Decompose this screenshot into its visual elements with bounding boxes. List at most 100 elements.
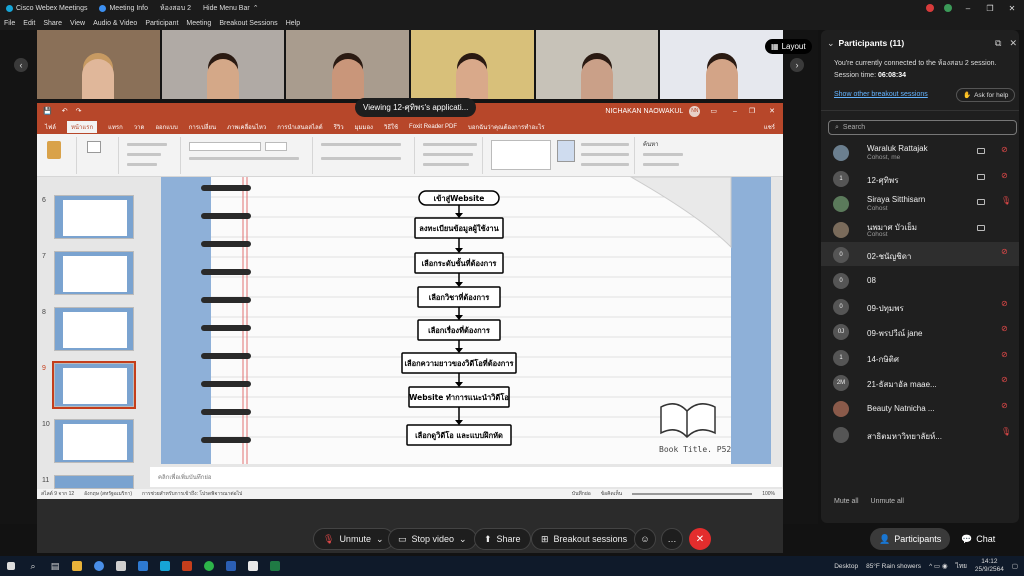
layout-button[interactable]: ▦ Layout xyxy=(765,39,812,54)
participant-row[interactable]: สาธิตมหาวิทยาลัยห์... 🎙 xyxy=(821,422,1019,446)
find-label[interactable]: ค้นหา xyxy=(643,139,658,149)
taskbar-app[interactable] xyxy=(154,556,176,576)
ribbon-group-slide-layout[interactable] xyxy=(121,137,181,174)
notification-icon[interactable]: ▢ xyxy=(1012,562,1018,570)
end-meeting-button[interactable]: ✕ xyxy=(689,528,711,550)
mic-muted-icon[interactable]: ⊘ xyxy=(1001,299,1008,308)
menu-file[interactable]: File xyxy=(0,20,19,27)
status-notes-button[interactable]: บันทึกย่อ xyxy=(572,490,591,498)
menu-breakout-sessions[interactable]: Breakout Sessions xyxy=(215,20,281,27)
taskbar-app[interactable] xyxy=(110,556,132,576)
mic-icon[interactable]: 🎙 xyxy=(1001,196,1011,205)
zoom-slider[interactable] xyxy=(632,493,753,495)
ppt-close-button[interactable]: ✕ xyxy=(761,107,783,115)
slide-canvas[interactable]: เข้าสู่Website ลงทะเบียนข้อมูลผู้ใช้งาน เล… xyxy=(161,176,771,464)
share-button[interactable]: ⬆ Share xyxy=(474,528,531,550)
tell-me-search[interactable]: บอกฉันว่าคุณต้องการทำอะไร xyxy=(468,122,545,132)
menu-participant[interactable]: Participant xyxy=(141,20,182,27)
ribbon-group-editing[interactable]: ค้นหา xyxy=(637,137,727,174)
next-videos-button[interactable]: › xyxy=(790,58,804,72)
taskbar-app[interactable] xyxy=(242,556,264,576)
mic-muted-icon[interactable]: ⊘ xyxy=(1001,247,1008,256)
taskbar-app[interactable] xyxy=(88,556,110,576)
show-other-breakout-link[interactable]: Show other breakout sessions xyxy=(834,91,928,98)
slide-thumbnail[interactable] xyxy=(54,475,134,489)
mic-muted-icon[interactable]: ⊘ xyxy=(1001,324,1008,333)
status-comments-button[interactable]: ข้อคิดเห็น xyxy=(601,490,622,498)
font-name-select[interactable] xyxy=(189,142,261,151)
status-accessibility[interactable]: การช่วยสำหรับการเข้าถึง: โปรดพิจารณาต่อไ… xyxy=(142,490,242,498)
mic-muted-icon[interactable]: ⊘ xyxy=(1001,375,1008,384)
menu-view[interactable]: View xyxy=(66,20,89,27)
taskbar-app[interactable] xyxy=(176,556,198,576)
unmute-all-button[interactable]: Unmute all xyxy=(871,498,904,505)
ppt-share-button[interactable]: แชร์ xyxy=(764,122,783,132)
participant-row[interactable]: 2M 21-ธัสมาอัล maae... ⊘ xyxy=(821,370,1019,394)
tab-draw[interactable]: วาด xyxy=(134,122,145,132)
unmute-button[interactable]: 🎙 Unmute ⌄ xyxy=(313,528,394,550)
chevron-down-icon[interactable]: ⌄ xyxy=(827,38,839,49)
hide-menu-bar-button[interactable]: Hide Menu Bar ⌃ xyxy=(197,0,265,16)
tab-home[interactable]: หน้าแรก xyxy=(66,120,98,133)
ribbon-group-paragraph[interactable] xyxy=(315,137,415,174)
video-tile[interactable] xyxy=(161,30,285,99)
slide-thumbnail[interactable] xyxy=(54,251,134,295)
menu-help[interactable]: Help xyxy=(282,20,304,27)
status-language[interactable]: อังกฤษ (สหรัฐอเมริกา) xyxy=(84,490,132,498)
restore-button[interactable]: ❐ xyxy=(984,4,996,13)
start-button[interactable] xyxy=(0,556,22,576)
ribbon-group-slides[interactable] xyxy=(79,137,119,174)
breakout-sessions-button[interactable]: ⊞ Breakout sessions xyxy=(531,528,638,550)
menu-edit[interactable]: Edit xyxy=(19,20,39,27)
input-language[interactable]: ไทย xyxy=(956,561,967,571)
tray-icons[interactable]: ^ ▭ ◉ xyxy=(929,562,947,570)
tab-slideshow[interactable]: การนำเสนอสไลด์ xyxy=(277,122,322,132)
tab-participants[interactable]: 👤 Participants xyxy=(870,528,951,550)
close-icon[interactable]: ✕ xyxy=(1009,38,1017,49)
tab-review[interactable]: รีวิว xyxy=(334,122,344,132)
participant-search-input[interactable]: ⌕ Search xyxy=(828,120,1017,135)
ask-for-help-button[interactable]: ✋ Ask for help xyxy=(956,88,1016,102)
participant-row[interactable]: 1 12-ศุทิพร ⊘ xyxy=(821,166,1019,190)
taskbar-app[interactable] xyxy=(220,556,242,576)
undo-icon[interactable]: ↶ xyxy=(58,107,72,115)
clock[interactable]: 14:12 25/9/2564 xyxy=(975,558,1004,574)
video-tile[interactable] xyxy=(535,30,659,99)
ribbon-group-text-direction[interactable] xyxy=(417,137,483,174)
participant-row[interactable]: 0 08 xyxy=(821,268,1019,292)
tab-transitions[interactable]: การเปลี่ยน xyxy=(189,122,216,132)
tab-view[interactable]: มุมมอง xyxy=(355,122,373,132)
participant-row[interactable]: Beauty Natnicha ... ⊘ xyxy=(821,396,1019,420)
menu-audio-video[interactable]: Audio & Video xyxy=(89,20,141,27)
participant-row[interactable]: 1 14-กษิติศ ⊘ xyxy=(821,345,1019,369)
participant-row[interactable]: 0 09-ปทุมพร ⊘ xyxy=(821,294,1019,318)
mic-icon[interactable]: 🎙 xyxy=(1001,427,1011,436)
redo-icon[interactable]: ↷ xyxy=(72,107,86,115)
participant-row[interactable]: นพมาศ บัวเย็ม Cohost xyxy=(821,217,1019,241)
stop-video-button[interactable]: ▭ Stop video ⌄ xyxy=(388,528,477,550)
tab-design[interactable]: ออกแบบ xyxy=(155,122,177,132)
avatar[interactable] xyxy=(944,4,952,12)
task-view-button[interactable]: ▤ xyxy=(44,556,66,576)
reactions-button[interactable]: ☺ xyxy=(634,528,656,550)
arrange-icon[interactable] xyxy=(557,140,575,162)
participant-row[interactable]: Siraya Sitthisarn Cohost 🎙 xyxy=(821,191,1019,215)
minimize-button[interactable]: – xyxy=(962,4,974,13)
participant-row[interactable]: Waraluk Rattajak Cohost, me ⊘ xyxy=(821,140,1019,164)
video-tile[interactable] xyxy=(286,30,410,99)
mic-muted-icon[interactable]: ⊘ xyxy=(1001,145,1008,154)
ribbon-group-font[interactable] xyxy=(183,137,313,174)
taskbar-app[interactable] xyxy=(264,556,286,576)
slide-thumbnail-selected[interactable] xyxy=(52,361,136,409)
more-options-button[interactable]: … xyxy=(661,528,683,550)
meeting-info-button[interactable]: Meeting Info xyxy=(93,0,154,16)
mute-all-button[interactable]: Mute all xyxy=(834,498,859,505)
participant-row[interactable]: 0J 09-พรปวีณ์ jane ⊘ xyxy=(821,319,1019,343)
slide-thumbnail[interactable] xyxy=(54,307,134,351)
taskbar-app[interactable] xyxy=(66,556,88,576)
taskbar-app[interactable] xyxy=(132,556,154,576)
mic-muted-icon[interactable]: ⊘ xyxy=(1001,350,1008,359)
notes-pane[interactable]: คลิกเพื่อเพิ่มบันทึกย่อ xyxy=(150,467,782,487)
participant-row[interactable]: 0 02-ชนัญชิดา ⊘ xyxy=(821,242,1019,267)
close-button[interactable]: ✕ xyxy=(1006,4,1018,13)
